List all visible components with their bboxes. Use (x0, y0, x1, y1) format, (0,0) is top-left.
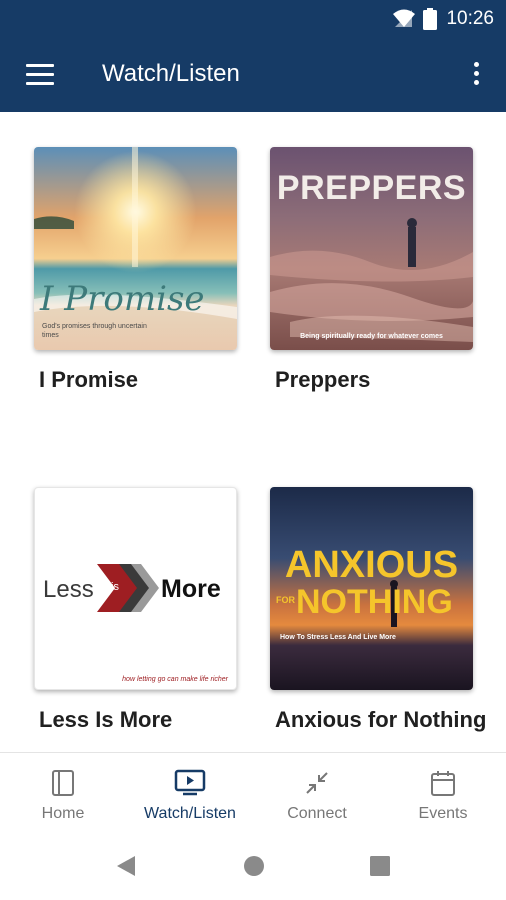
nav-events[interactable]: Events (380, 753, 506, 832)
art-subtitle: How To Stress Less And Live More (280, 634, 396, 641)
series-artwork[interactable]: Less is More how letting go can make lif… (34, 487, 237, 690)
art-more: More (161, 575, 221, 603)
tv-play-icon (174, 769, 206, 796)
art-title-line-2: NOTHING (296, 583, 453, 621)
home-circle-icon[interactable] (243, 855, 265, 877)
series-title[interactable]: Anxious for Nothing (275, 707, 486, 733)
series-title[interactable]: Preppers (275, 367, 370, 393)
art-subtitle: God's promises through uncertain times (42, 323, 147, 339)
arrows-collapse-icon (306, 772, 328, 794)
battery-icon (423, 8, 437, 30)
menu-icon[interactable] (26, 64, 54, 86)
sunset-beach-image (34, 147, 237, 350)
system-navigation-bar (0, 832, 506, 900)
page-title: Watch/Listen (102, 60, 240, 87)
nav-home[interactable]: Home (0, 753, 126, 832)
signal-icon (395, 10, 412, 27)
art-title-for: FOR (276, 595, 295, 605)
series-artwork[interactable]: I Promise God's promises through uncerta… (34, 147, 237, 350)
recents-square-icon[interactable] (370, 856, 390, 876)
art-title: PREPPERS (276, 169, 467, 207)
nav-watch-listen-label: Watch/Listen (144, 805, 236, 822)
bottom-navigation: Home Watch/Listen Connect Events (0, 752, 506, 832)
art-less: Less (43, 576, 94, 603)
series-title[interactable]: I Promise (39, 367, 138, 393)
series-artwork[interactable]: ANXIOUS FOR NOTHING How To Stress Less A… (270, 487, 473, 690)
art-is: is (111, 581, 119, 593)
nav-home-label: Home (41, 805, 85, 822)
nav-connect[interactable]: Connect (254, 753, 380, 832)
art-subtitle: Being spiritually ready for whatever com… (300, 333, 443, 340)
app-bar: Watch/Listen (0, 38, 506, 112)
art-subtitle: how letting go can make life richer (122, 676, 228, 683)
clock: 10:26 (446, 8, 494, 29)
series-title[interactable]: Less Is More (39, 707, 172, 733)
series-artwork[interactable]: PREPPERS Being spiritually ready for wha… (270, 147, 473, 350)
calendar-icon (431, 771, 455, 796)
nav-events-label: Events (418, 805, 468, 822)
more-options-icon[interactable] (466, 62, 486, 88)
book-icon (52, 770, 74, 796)
art-title-line-1: ANXIOUS (284, 544, 459, 586)
back-icon[interactable] (115, 854, 137, 878)
nav-connect-label: Connect (287, 805, 347, 822)
nav-watch-listen[interactable]: Watch/Listen (126, 753, 254, 832)
status-bar: 10:26 (0, 0, 506, 38)
art-title: I Promise (40, 279, 205, 319)
